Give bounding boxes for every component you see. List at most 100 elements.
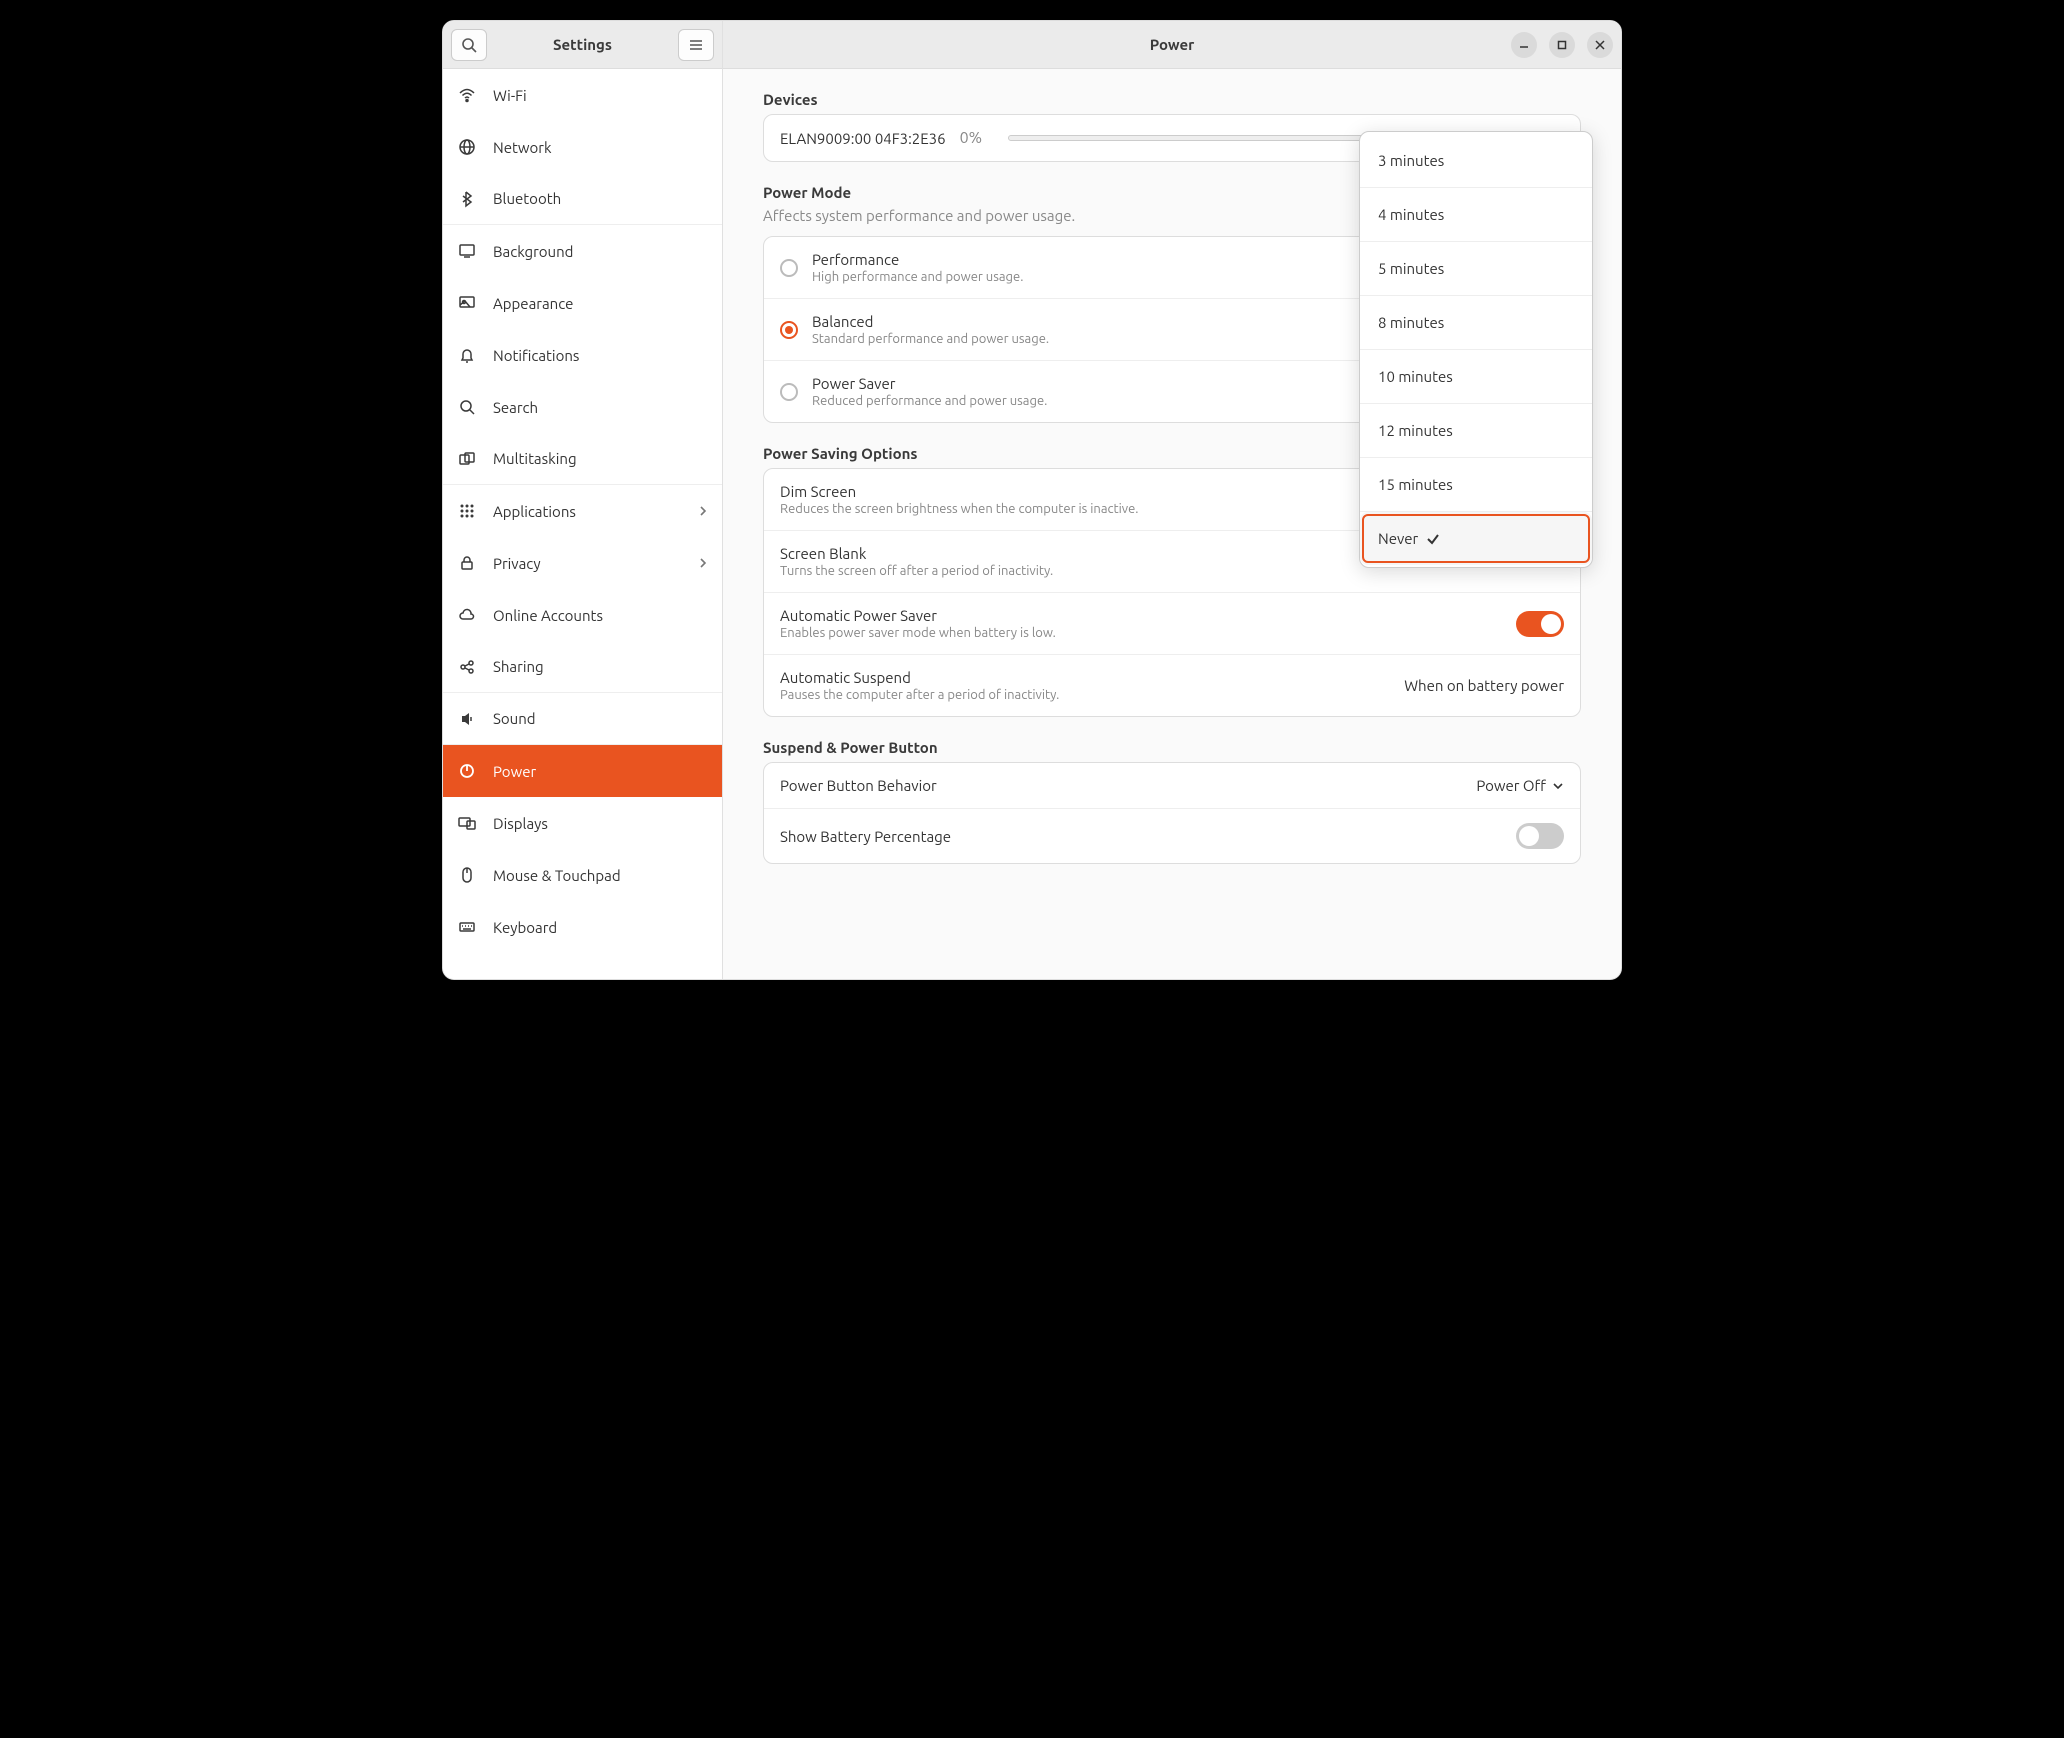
dim-title: Dim Screen (780, 483, 1139, 500)
aps-title: Automatic Power Saver (780, 607, 1056, 624)
sidebar-item-appearance[interactable]: Appearance (443, 277, 722, 329)
sidebar-item-search[interactable]: Search (443, 381, 722, 433)
sidebar-item-displays[interactable]: Displays (443, 797, 722, 849)
saver-label: Power Saver (812, 375, 1047, 392)
keyboard-icon (457, 918, 477, 936)
balanced-desc: Standard performance and power usage. (812, 332, 1049, 346)
sidebar-header: Settings (443, 21, 722, 69)
sidebar-item-network[interactable]: Network (443, 121, 722, 173)
popover-item-5-minutes[interactable]: 5 minutes (1360, 242, 1592, 296)
device-pct: 0% (960, 129, 982, 147)
popover-item-never[interactable]: Never (1360, 512, 1592, 565)
performance-label: Performance (812, 251, 1023, 268)
sidebar-item-label: Bluetooth (493, 190, 561, 207)
sidebar-item-label: Sharing (493, 658, 544, 675)
sidebar-item-label: Power (493, 763, 536, 780)
power-icon (457, 762, 477, 780)
sound-icon (457, 710, 477, 728)
page-title: Power (1150, 36, 1195, 53)
sidebar-item-wi-fi[interactable]: Wi-Fi (443, 69, 722, 121)
popover-item-3-minutes[interactable]: 3 minutes (1360, 134, 1592, 188)
pbb-value: Power Off (1476, 777, 1546, 794)
saver-desc: Reduced performance and power usage. (812, 394, 1047, 408)
sidebar-item-label: Appearance (493, 295, 573, 312)
aps-toggle[interactable] (1516, 611, 1564, 637)
search-button[interactable] (451, 29, 487, 61)
wifi-icon (457, 86, 477, 104)
chevron-down-icon (1552, 780, 1564, 792)
cloud-icon (457, 606, 477, 624)
sidebar-item-label: Wi-Fi (493, 87, 527, 104)
sbp-toggle[interactable] (1516, 823, 1564, 849)
sidebar-item-sound[interactable]: Sound (443, 693, 722, 745)
power-button-behavior-row[interactable]: Power Button Behavior Power Off (764, 763, 1580, 809)
sidebar-item-power[interactable]: Power (443, 745, 722, 797)
popover-item-10-minutes[interactable]: 10 minutes (1360, 350, 1592, 404)
sidebar-item-label: Mouse & Touchpad (493, 867, 621, 884)
sidebar-list: Wi-Fi Network Bluetooth Background Appearanc… (443, 69, 722, 979)
sidebar-item-notifications[interactable]: Notifications (443, 329, 722, 381)
sidebar-item-label: Online Accounts (493, 607, 603, 624)
minimize-button[interactable] (1511, 32, 1537, 58)
popover-item-label: 8 minutes (1378, 314, 1444, 331)
popover-item-4-minutes[interactable]: 4 minutes (1360, 188, 1592, 242)
devices-title: Devices (763, 91, 1581, 108)
aps-desc: Enables power saver mode when battery is… (780, 626, 1056, 640)
globe-icon (457, 138, 477, 156)
lock-icon (457, 554, 477, 572)
radio-saver[interactable] (780, 383, 798, 401)
sidebar-item-applications[interactable]: Applications (443, 485, 722, 537)
sidebar-item-label: Search (493, 399, 538, 416)
suspend-title: Automatic Suspend (780, 669, 1059, 686)
minimize-icon (1519, 40, 1529, 50)
hamburger-button[interactable] (678, 29, 714, 61)
popover-item-label: 3 minutes (1378, 152, 1444, 169)
pbb-value-select[interactable]: Power Off (1476, 777, 1564, 794)
popover-item-label: 4 minutes (1378, 206, 1444, 223)
sidebar-title: Settings (495, 36, 670, 53)
sidebar-item-multitasking[interactable]: Multitasking (443, 433, 722, 485)
suspend-button-title: Suspend & Power Button (763, 739, 1581, 756)
sidebar-item-bluetooth[interactable]: Bluetooth (443, 173, 722, 225)
main-header: Power (723, 21, 1621, 69)
sidebar-item-privacy[interactable]: Privacy (443, 537, 722, 589)
popover-item-15-minutes[interactable]: 15 minutes (1360, 458, 1592, 512)
popover-item-8-minutes[interactable]: 8 minutes (1360, 296, 1592, 350)
multitask-icon (457, 450, 477, 468)
radio-balanced[interactable] (780, 321, 798, 339)
sidebar-item-label: Notifications (493, 347, 579, 364)
radio-performance[interactable] (780, 259, 798, 277)
popover-item-label: 12 minutes (1378, 422, 1453, 439)
maximize-icon (1557, 40, 1567, 50)
chevron-right-icon (698, 504, 708, 518)
sidebar-item-online-accounts[interactable]: Online Accounts (443, 589, 722, 641)
close-button[interactable] (1587, 32, 1613, 58)
popover-item-label: 5 minutes (1378, 260, 1444, 277)
sidebar-item-sharing[interactable]: Sharing (443, 641, 722, 693)
sidebar-item-mouse-touchpad[interactable]: Mouse & Touchpad (443, 849, 722, 901)
sidebar-item-label: Applications (493, 503, 576, 520)
close-icon (1595, 40, 1605, 50)
sidebar-item-keyboard[interactable]: Keyboard (443, 901, 722, 953)
suspend-value: When on battery power (1404, 677, 1564, 694)
popover-item-label: 10 minutes (1378, 368, 1453, 385)
device-name: ELAN9009:00 04F3:2E36 (780, 130, 946, 147)
chevron-right-icon (698, 556, 708, 570)
share-icon (457, 658, 477, 676)
show-battery-pct-row: Show Battery Percentage (764, 809, 1580, 863)
sidebar-item-label: Keyboard (493, 919, 557, 936)
maximize-button[interactable] (1549, 32, 1575, 58)
sbp-title: Show Battery Percentage (780, 828, 951, 845)
settings-window: Settings Wi-Fi Network Bluetooth Background… (442, 20, 1622, 980)
auto-power-saver-row: Automatic Power Saver Enables power save… (764, 593, 1580, 655)
suspend-desc: Pauses the computer after a period of in… (780, 688, 1059, 702)
suspend-button-card: Power Button Behavior Power Off Show Bat… (763, 762, 1581, 864)
sidebar-item-background[interactable]: Background (443, 225, 722, 277)
window-controls (1511, 32, 1613, 58)
search-icon (457, 398, 477, 416)
popover-item-12-minutes[interactable]: 12 minutes (1360, 404, 1592, 458)
check-icon (1426, 532, 1440, 546)
auto-suspend-row[interactable]: Automatic Suspend Pauses the computer af… (764, 655, 1580, 716)
sidebar-item-label: Sound (493, 710, 536, 727)
sidebar-item-label: Displays (493, 815, 548, 832)
